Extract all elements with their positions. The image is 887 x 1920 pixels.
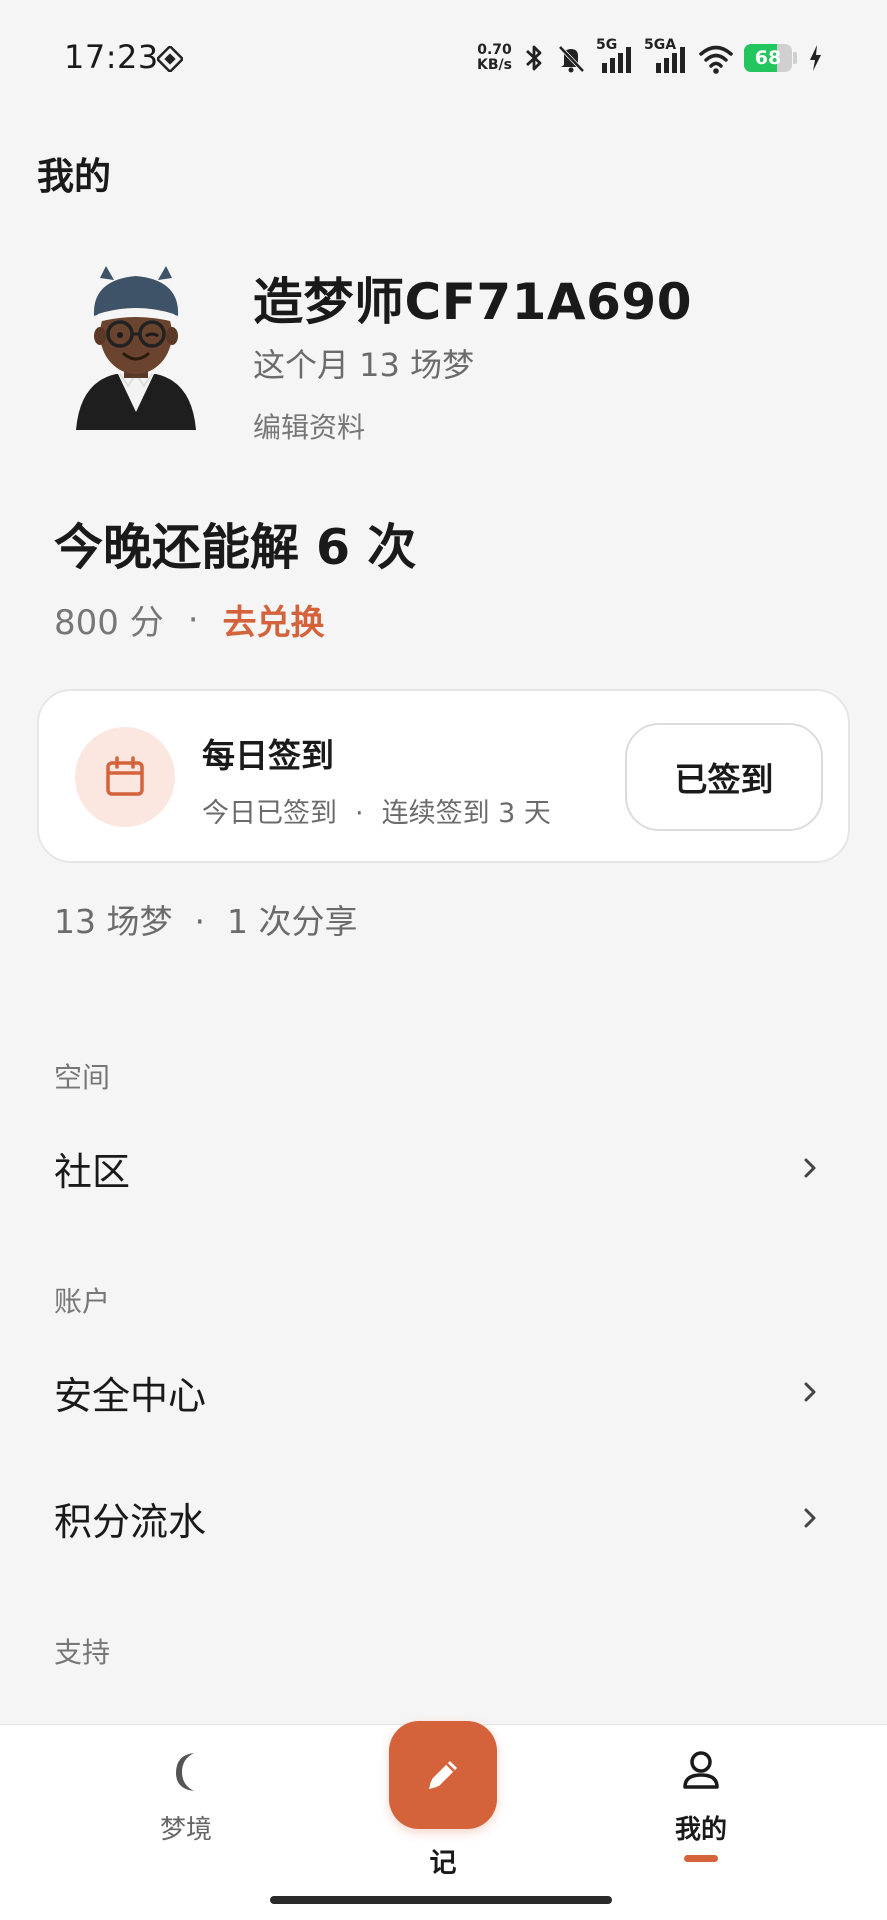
edit-profile-link[interactable]: 编辑资料 (253, 406, 365, 446)
chevron-right-icon (804, 1508, 816, 1528)
page-title: 我的 (37, 155, 111, 198)
status-icons: 0.70 KB/s 5G 5GA 68 (477, 37, 823, 78)
tab-label: 梦境 (159, 1815, 212, 1845)
status-bar: 17:23 0.70 KB/s 5G 5GA 68 (0, 0, 887, 118)
menu-item-points-history[interactable]: 积分流水 (0, 1468, 887, 1568)
menu-item-label: 社区 (54, 1149, 131, 1194)
points-row: 800 分 · 去兑换 (54, 595, 325, 644)
moon-icon (176, 1753, 194, 1791)
record-dream-button[interactable] (389, 1721, 497, 1829)
battery-icon: 68 (744, 44, 797, 72)
redeem-link[interactable]: 去兑换 (223, 595, 325, 644)
daily-checkin-card: 每日签到 今日已签到 · 连续签到 3 天 已签到 (37, 689, 850, 863)
net-speed: 0.70 KB/s (477, 42, 512, 73)
pencil-icon (429, 1761, 457, 1789)
calendar-icon-badge (75, 727, 175, 827)
active-tab-indicator (684, 1855, 718, 1862)
separator: · (187, 599, 199, 640)
tab-label: 我的 (674, 1815, 727, 1845)
menu-item-label: 安全中心 (54, 1373, 207, 1418)
share-count: 1 次分享 (226, 902, 358, 941)
separator: · (194, 902, 205, 941)
dream-count: 13 场梦 (54, 902, 173, 941)
charging-icon (810, 45, 821, 71)
tab-dreams[interactable]: 梦境 (86, 1725, 286, 1885)
wifi-icon (699, 45, 733, 74)
menu-item-community[interactable]: 社区 (0, 1118, 887, 1218)
section-label-space: 空间 (54, 1061, 111, 1094)
checkin-status: 今日已签到 (202, 798, 337, 829)
person-icon (683, 1751, 719, 1789)
battery-level: 68 (754, 47, 782, 69)
bottom-navigation: 梦境 记 我的 (0, 1721, 887, 1920)
signal-5g: 5G (596, 37, 634, 75)
user-stats: 13 场梦 · 1 次分享 (54, 895, 357, 943)
bluetooth-icon (526, 45, 542, 71)
signal-5ga: 5GA (644, 37, 688, 75)
interpretations-remaining: 今晚还能解 6 次 (54, 519, 417, 576)
username: 造梦师CF71A690 (253, 273, 692, 331)
checkin-subtitle: 今日已签到 · 连续签到 3 天 (202, 791, 551, 830)
diamond-icon (157, 46, 183, 72)
mute-bell-icon (558, 45, 585, 73)
calendar-icon (106, 756, 144, 796)
checkin-title: 每日签到 (202, 736, 334, 775)
section-label-account: 账户 (54, 1285, 111, 1318)
status-time: 17:23 (64, 38, 159, 76)
menu-item-security-center[interactable]: 安全中心 (0, 1342, 887, 1442)
record-label: 记 (429, 1848, 457, 1879)
separator: · (355, 798, 364, 829)
points-balance: 800 分 (54, 603, 164, 643)
tab-me[interactable]: 我的 (601, 1725, 801, 1885)
menu-item-label: 积分流水 (54, 1499, 207, 1544)
section-label-support: 支持 (54, 1636, 111, 1669)
checked-in-button[interactable]: 已签到 (625, 723, 823, 831)
chevron-right-icon (804, 1382, 816, 1402)
chevron-right-icon (804, 1158, 816, 1178)
monthly-dream-count: 这个月 13 场梦 (253, 346, 475, 384)
avatar[interactable] (68, 262, 204, 438)
checkin-streak: 连续签到 3 天 (381, 798, 551, 829)
home-indicator[interactable] (270, 1896, 612, 1904)
